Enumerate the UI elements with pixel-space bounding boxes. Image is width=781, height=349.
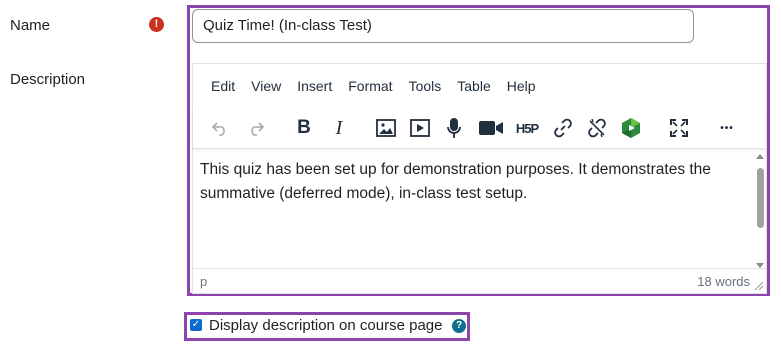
editor-scrollbar[interactable] [754,152,766,270]
more-glyph: ••• [720,122,734,134]
menu-insert[interactable]: Insert [289,72,340,100]
editor-content[interactable]: This quiz has been set up for demonstrat… [193,158,767,206]
word-count[interactable]: 18 words [697,274,750,289]
link-icon[interactable] [548,114,578,142]
image-icon[interactable] [371,114,401,142]
record-audio-icon[interactable] [439,114,469,142]
description-editor[interactable]: Edit View Insert Format Tools Table Help… [192,63,767,294]
display-description-checkbox[interactable]: ✓ [190,319,202,331]
record-video-icon[interactable] [476,114,506,142]
menu-format[interactable]: Format [340,72,400,100]
italic-icon[interactable]: I [324,114,354,142]
required-icon: ! [149,17,164,32]
scrollbar-thumb[interactable] [757,168,764,228]
unlink-icon[interactable] [582,114,612,142]
name-label: Name [10,17,51,34]
editor-menubar: Edit View Insert Format Tools Table Help [193,72,544,100]
menu-help[interactable]: Help [499,72,544,100]
redo-icon[interactable] [241,114,271,142]
media-icon[interactable] [405,114,435,142]
help-icon[interactable]: ? [452,319,466,333]
panopto-icon[interactable] [616,114,646,142]
fullscreen-icon[interactable] [664,114,694,142]
menu-tools[interactable]: Tools [401,72,450,100]
name-input[interactable]: Quiz Time! (In-class Test) [192,9,694,43]
scroll-up-arrow-icon[interactable] [756,154,764,159]
editor-toolbar: B I H5P ••• [193,108,766,149]
menu-view[interactable]: View [243,72,289,100]
italic-glyph: I [335,116,343,139]
undo-icon[interactable] [205,114,235,142]
bold-icon[interactable]: B [289,114,319,142]
h5p-glyph: H5P [515,120,539,136]
bold-glyph: B [297,117,311,138]
editor-statusbar: p 18 words [193,268,766,293]
h5p-icon[interactable]: H5P [511,114,543,142]
menu-table[interactable]: Table [449,72,498,100]
menu-edit[interactable]: Edit [203,72,243,100]
display-description-label[interactable]: Display description on course page [209,317,442,334]
more-icon[interactable]: ••• [712,114,742,142]
description-label: Description [10,71,86,88]
resize-handle-icon[interactable] [755,282,763,290]
element-path[interactable]: p [200,274,207,289]
